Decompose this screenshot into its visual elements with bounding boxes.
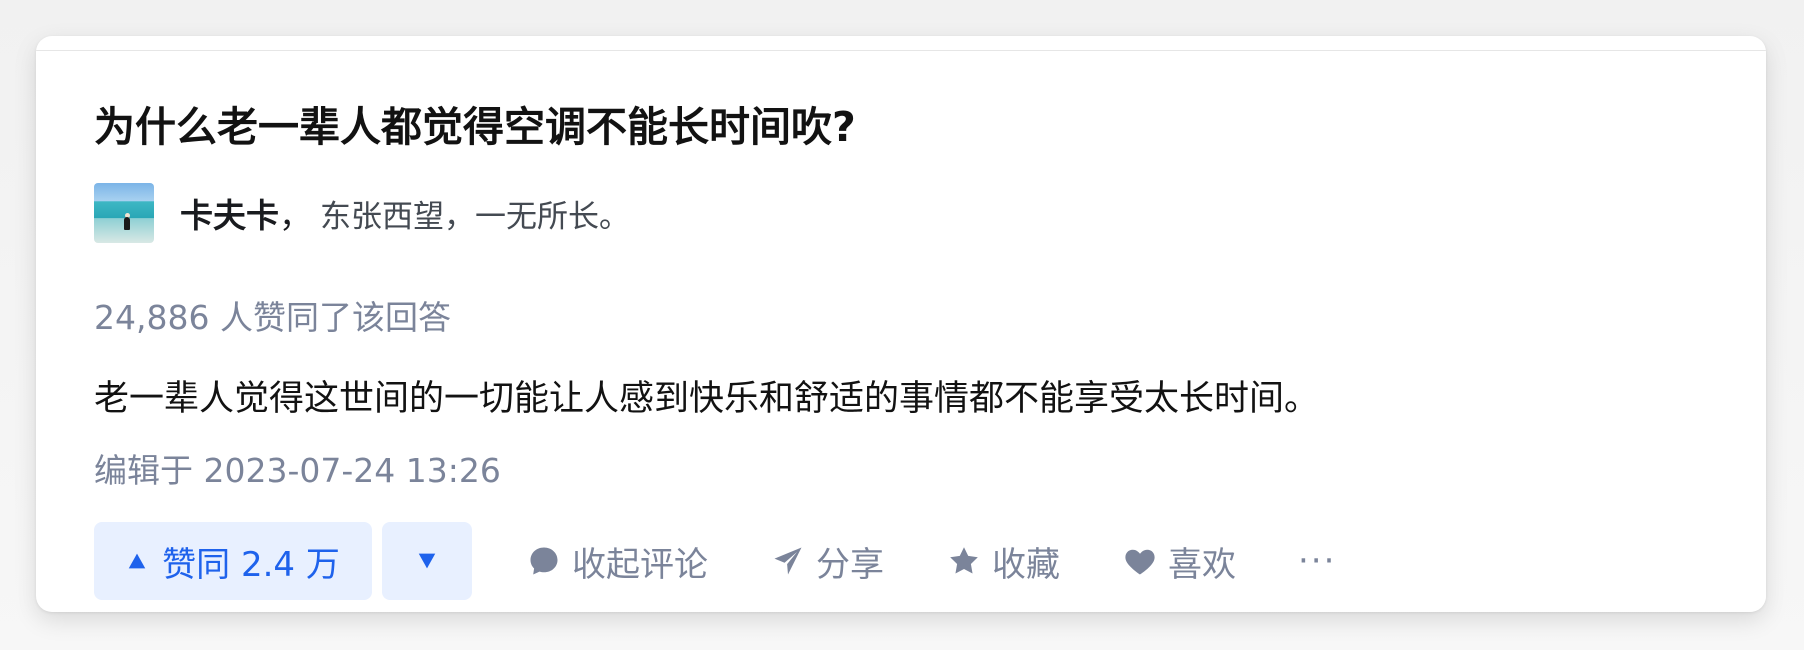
avatar-person-figure xyxy=(124,217,130,230)
star-icon xyxy=(950,547,978,574)
question-title[interactable]: 为什么老一辈人都觉得空调不能长时间吹? xyxy=(94,103,856,151)
answer-content: 老一辈人觉得这世间的一切能让人感到快乐和舒适的事情都不能享受太长时间。 xyxy=(94,379,1320,419)
like-label: 喜欢 xyxy=(1168,544,1236,585)
upvote-label: 赞同 2.4 万 xyxy=(162,544,340,585)
answer-card: 为什么老一辈人都觉得空调不能长时间吹? 卡夫卡 ， 东张西望，一无所长。 24,… xyxy=(36,36,1766,612)
like-button[interactable]: 喜欢 xyxy=(1122,522,1236,600)
share-button[interactable]: 分享 xyxy=(770,522,884,600)
paper-plane-icon xyxy=(774,547,802,575)
author-row: 卡夫卡 ， 东张西望，一无所长。 xyxy=(94,182,630,244)
author-name[interactable]: 卡夫卡 xyxy=(180,189,279,237)
avatar[interactable] xyxy=(94,183,154,243)
comment-button[interactable]: 收起评论 xyxy=(526,522,708,600)
right-bottom-fade xyxy=(1396,462,1766,612)
heart-icon xyxy=(1125,549,1155,575)
favorite-button[interactable]: 收藏 xyxy=(946,522,1060,600)
action-bar: 赞同 2.4 万 收起评论 分享 收藏 喜欢 ··· xyxy=(94,522,1336,600)
triangle-down-icon xyxy=(418,553,436,569)
comment-bubble-icon xyxy=(530,547,558,575)
more-options-ellipsis-icon[interactable]: ··· xyxy=(1298,544,1336,578)
author-separator: ， xyxy=(279,196,312,235)
upvote-button[interactable]: 赞同 2.4 万 xyxy=(94,522,372,600)
author-description: 东张西望，一无所长。 xyxy=(320,198,630,235)
downvote-button[interactable] xyxy=(382,522,472,600)
share-label: 分享 xyxy=(816,544,884,585)
triangle-up-icon xyxy=(128,553,146,569)
favorite-label: 收藏 xyxy=(992,544,1060,585)
edited-timestamp: 编辑于 2023-07-24 13:26 xyxy=(94,451,501,490)
screenshot-stage: 为什么老一辈人都觉得空调不能长时间吹? 卡夫卡 ， 东张西望，一无所长。 24,… xyxy=(0,0,1804,650)
comment-label: 收起评论 xyxy=(572,544,708,585)
vote-count-text: 24,886 人赞同了该回答 xyxy=(94,298,451,337)
